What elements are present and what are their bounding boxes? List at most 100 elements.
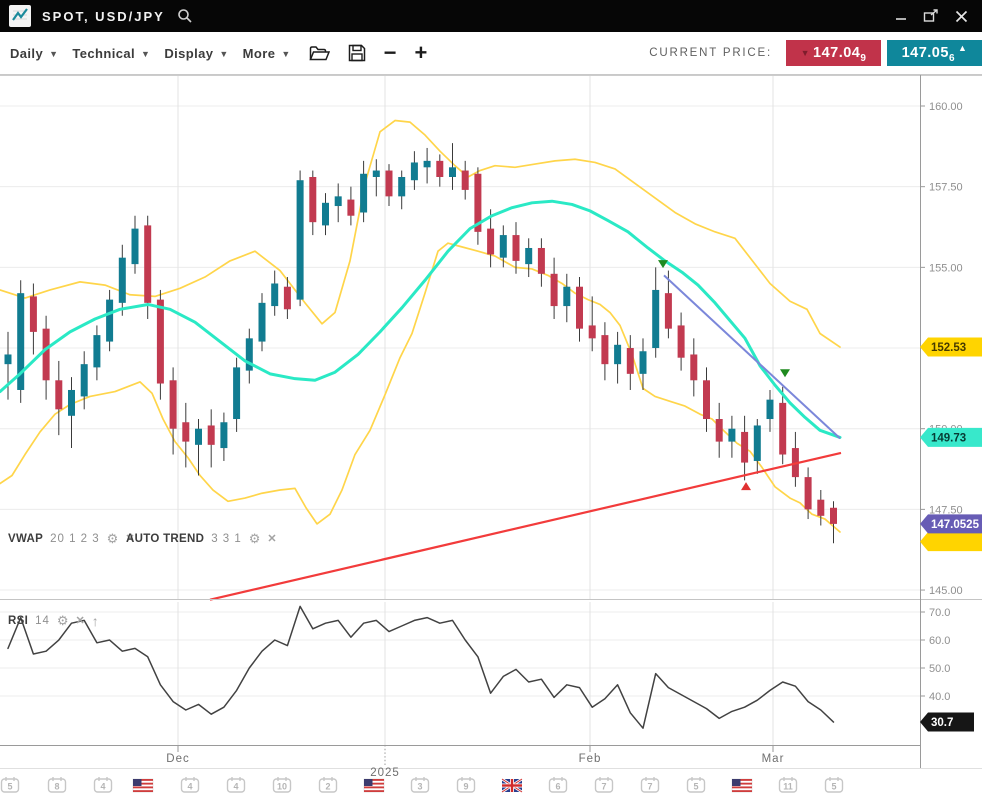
svg-text:10: 10 — [277, 782, 287, 792]
ask-price-badge: 147.056▲ — [887, 40, 982, 66]
zoom-out-button[interactable]: − — [384, 43, 397, 63]
svg-text:6: 6 — [555, 782, 560, 792]
svg-text:160.00: 160.00 — [929, 101, 963, 113]
calendar-event-icon[interactable]: 4 — [228, 777, 245, 792]
open-folder-icon[interactable] — [309, 45, 330, 62]
svg-text:Feb: Feb — [579, 753, 602, 765]
close-icon[interactable]: ✕ — [267, 533, 276, 545]
chevron-down-icon: ▼ — [141, 49, 150, 59]
calendar-event-icon[interactable]: 5 — [688, 777, 705, 792]
svg-text:149.73: 149.73 — [931, 432, 966, 444]
gear-icon[interactable]: ⚙ — [57, 615, 69, 627]
svg-text:50.0: 50.0 — [929, 663, 950, 675]
menu-more[interactable]: More ▼ — [243, 46, 291, 61]
chevron-down-icon: ▼ — [219, 49, 228, 59]
svg-text:145.00: 145.00 — [929, 585, 963, 597]
pane-borders — [0, 75, 982, 769]
arrow-up-icon[interactable]: ↑ — [92, 615, 99, 627]
bid-price-badge: ▼147.049 — [786, 40, 881, 66]
autotrend-label: AUTO TREND — [126, 533, 204, 545]
svg-text:5: 5 — [693, 782, 698, 792]
rsi-params: 14 — [35, 615, 50, 627]
svg-text:70.0: 70.0 — [929, 607, 950, 619]
calendar-event-icon[interactable]: 7 — [642, 777, 659, 792]
menu-display[interactable]: Display ▼ — [164, 46, 228, 61]
app-logo-icon — [9, 5, 31, 27]
rsi-label: RSI — [8, 615, 28, 627]
calendar-event-icon[interactable]: 8 — [49, 777, 66, 792]
svg-text:30.7: 30.7 — [931, 717, 953, 729]
auto-trend-support — [210, 453, 841, 600]
window-title: SPOT, USD/JPY — [42, 9, 165, 24]
svg-text:2025: 2025 — [370, 767, 400, 779]
vwap-params: 20 1 2 3 — [50, 533, 100, 545]
calendar-event-icon[interactable]: 11 — [780, 777, 797, 792]
autotrend-params: 3 3 1 — [211, 533, 242, 545]
menu-daily-label: Daily — [10, 46, 43, 61]
chart-area[interactable]: 160.00157.50155.00152.50150.00147.50145.… — [0, 75, 982, 801]
svg-text:3: 3 — [417, 782, 422, 792]
svg-text:60.0: 60.0 — [929, 635, 950, 647]
current-price-label: CURRENT PRICE: — [649, 47, 772, 59]
price-chart-svg[interactable]: 160.00157.50155.00152.50150.00147.50145.… — [0, 75, 982, 801]
calendar-event-icon[interactable]: 4 — [95, 777, 112, 792]
event-icons[interactable]: 5 8 4 4 4 10 2 3 9 6 7 7 5 11 5 — [2, 777, 843, 792]
us-flag-icon[interactable] — [364, 779, 384, 792]
svg-text:4: 4 — [100, 782, 105, 792]
vwap-label: VWAP — [8, 533, 43, 545]
gear-icon[interactable]: ⚙ — [107, 533, 119, 545]
calendar-event-icon[interactable]: 5 — [2, 777, 19, 792]
minimize-button[interactable] — [890, 6, 912, 26]
ask-price: 147.05 — [902, 45, 949, 61]
window-titlebar: SPOT, USD/JPY — [0, 0, 982, 32]
bollinger-bands — [0, 121, 840, 532]
us-flag-icon[interactable] — [732, 779, 752, 792]
rsi-indicator-legend: RSI 14 ⚙ ✕ ↑ — [8, 615, 99, 627]
svg-text:Dec: Dec — [166, 753, 189, 765]
bid-price-pip: 9 — [860, 53, 866, 66]
gear-icon[interactable]: ⚙ — [249, 533, 261, 545]
svg-text:9: 9 — [463, 782, 468, 792]
popout-button[interactable] — [920, 6, 942, 26]
search-icon[interactable] — [177, 8, 193, 24]
arrow-up-icon: ▲ — [958, 40, 967, 53]
svg-text:Mar: Mar — [762, 753, 785, 765]
bid-price: 147.04 — [813, 45, 860, 61]
close-icon[interactable]: ✕ — [76, 615, 85, 627]
svg-text:147.0525: 147.0525 — [931, 519, 980, 531]
menu-technical-label: Technical — [72, 46, 135, 61]
svg-text:152.53: 152.53 — [931, 342, 966, 354]
svg-text:157.50: 157.50 — [929, 182, 963, 194]
calendar-event-icon[interactable]: 4 — [182, 777, 199, 792]
save-icon[interactable] — [348, 44, 366, 62]
calendar-event-icon[interactable]: 9 — [458, 777, 475, 792]
calendar-event-icon[interactable]: 6 — [550, 777, 567, 792]
svg-text:2: 2 — [325, 782, 330, 792]
vwap-indicator-legend: VWAP 20 1 2 3 ⚙ ✕ — [8, 533, 135, 545]
time-axis[interactable]: Dec 2025 Feb Mar — [166, 745, 784, 779]
calendar-event-icon[interactable]: 7 — [596, 777, 613, 792]
svg-text:8: 8 — [54, 782, 59, 792]
close-button[interactable] — [950, 6, 972, 26]
uk-flag-icon[interactable] — [502, 779, 522, 792]
calendar-event-icon[interactable]: 2 — [320, 777, 337, 792]
menu-more-label: More — [243, 46, 276, 61]
menu-technical[interactable]: Technical ▼ — [72, 46, 150, 61]
svg-text:5: 5 — [7, 782, 12, 792]
calendar-event-icon[interactable]: 5 — [826, 777, 843, 792]
menu-display-label: Display — [164, 46, 213, 61]
menu-daily[interactable]: Daily ▼ — [10, 46, 58, 61]
sell-signal-icon — [780, 369, 790, 377]
svg-text:5: 5 — [831, 782, 836, 792]
zoom-in-button[interactable]: + — [415, 43, 428, 63]
svg-text:4: 4 — [187, 782, 192, 792]
arrow-down-icon: ▼ — [801, 48, 810, 58]
us-flag-icon[interactable] — [133, 779, 153, 792]
calendar-event-icon[interactable]: 10 — [274, 777, 291, 792]
rsi-line — [8, 606, 834, 728]
calendar-event-icon[interactable]: 3 — [412, 777, 429, 792]
rsi-axis[interactable]: 70.060.050.040.0 — [920, 607, 950, 703]
chart-toolbar: Daily ▼ Technical ▼ Display ▼ More ▼ − +… — [0, 32, 982, 75]
chevron-down-icon: ▼ — [49, 49, 58, 59]
ask-price-pip: 6 — [949, 53, 955, 66]
